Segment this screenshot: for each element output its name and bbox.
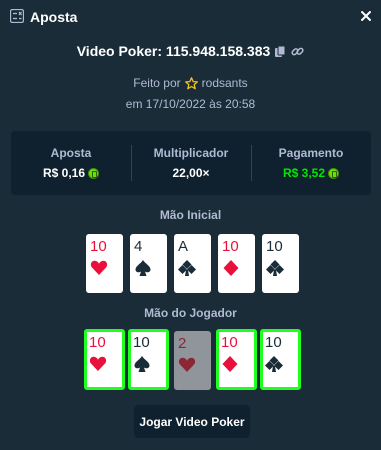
initial-card-3: A (174, 234, 211, 293)
bet-id: Video Poker: 115.948.158.383 (76, 43, 271, 59)
spades-suit-icon (134, 356, 150, 372)
initial-card-2: 4 (130, 234, 167, 293)
close-icon[interactable] (359, 9, 373, 23)
stat-bet-value: R$ 0,16 (42, 166, 86, 180)
stat-bet: Aposta R$ 0,16 (11, 131, 131, 195)
made-by: Feito por rodsants (0, 74, 381, 92)
diamonds-suit-icon (222, 356, 238, 372)
card-rank: 2 (178, 335, 187, 352)
hearts-suit-icon (90, 260, 108, 275)
copy-icon[interactable] (274, 45, 287, 58)
card-rank: 10 (90, 238, 107, 255)
clubs-suit-icon (265, 356, 283, 372)
card-rank: 10 (133, 334, 150, 351)
star-icon (184, 76, 198, 89)
stat-payout-value-wrap: R$ 3,52 (282, 166, 340, 180)
player-card-2[interactable]: 10 (128, 329, 169, 390)
stat-multiplier-value: 22,00× (172, 166, 210, 180)
clubs-suit-icon (178, 260, 196, 276)
clubs-suit-icon (266, 260, 284, 276)
player-card-4[interactable]: 10 (216, 329, 257, 390)
card-rank: A (178, 238, 189, 255)
card-rank: 10 (89, 334, 106, 351)
initial-card-4: 10 (218, 234, 255, 293)
modal-header: Aposta (0, 0, 381, 34)
spades-suit-icon (135, 260, 151, 276)
card-rank: 10 (221, 334, 238, 351)
bet-id-row: Video Poker: 115.948.158.383 (0, 41, 381, 61)
link-icon[interactable] (291, 45, 304, 58)
username-link[interactable]: rodsants (202, 76, 248, 90)
card-rank: 4 (134, 238, 143, 255)
hearts-suit-icon (89, 356, 107, 371)
bet-stats-panel: Aposta R$ 0,16 Multiplicador 22,00× Paga… (11, 131, 371, 195)
player-card-3[interactable]: 2 (174, 331, 211, 390)
stat-payout-label: Pagamento (278, 146, 344, 160)
card-rank: 10 (265, 334, 282, 351)
bet-slip-icon (10, 9, 24, 23)
player-card-1[interactable]: 10 (84, 329, 125, 390)
bet-date: em 17/10/2022 às 20:58 (125, 97, 256, 111)
brl-coin-icon (328, 167, 340, 179)
stat-payout-value: R$ 3,52 (282, 166, 326, 180)
stat-multiplier-label: Multiplicador (153, 146, 229, 160)
diamonds-suit-icon (223, 260, 239, 276)
stat-bet-value-wrap: R$ 0,16 (42, 166, 100, 180)
hearts-suit-icon (178, 357, 196, 372)
stat-bet-label: Aposta (50, 146, 92, 160)
initial-hand-label: Mão Inicial (159, 208, 222, 222)
player-hand-label: Mão do Jogador (144, 306, 237, 320)
brl-coin-icon (88, 167, 100, 179)
player-card-5[interactable]: 10 (260, 329, 301, 390)
made-by-prefix: Feito por (133, 76, 181, 90)
card-rank: 10 (266, 238, 283, 255)
initial-card-5: 10 (262, 234, 299, 293)
stat-multiplier: Multiplicador 22,00× (131, 131, 251, 195)
modal-title: Aposta (30, 9, 78, 25)
initial-card-1: 10 (86, 234, 123, 293)
play-video-poker-button[interactable]: Jogar Video Poker (134, 405, 250, 438)
stat-payout: Pagamento R$ 3,52 (251, 131, 371, 195)
card-rank: 10 (222, 238, 239, 255)
